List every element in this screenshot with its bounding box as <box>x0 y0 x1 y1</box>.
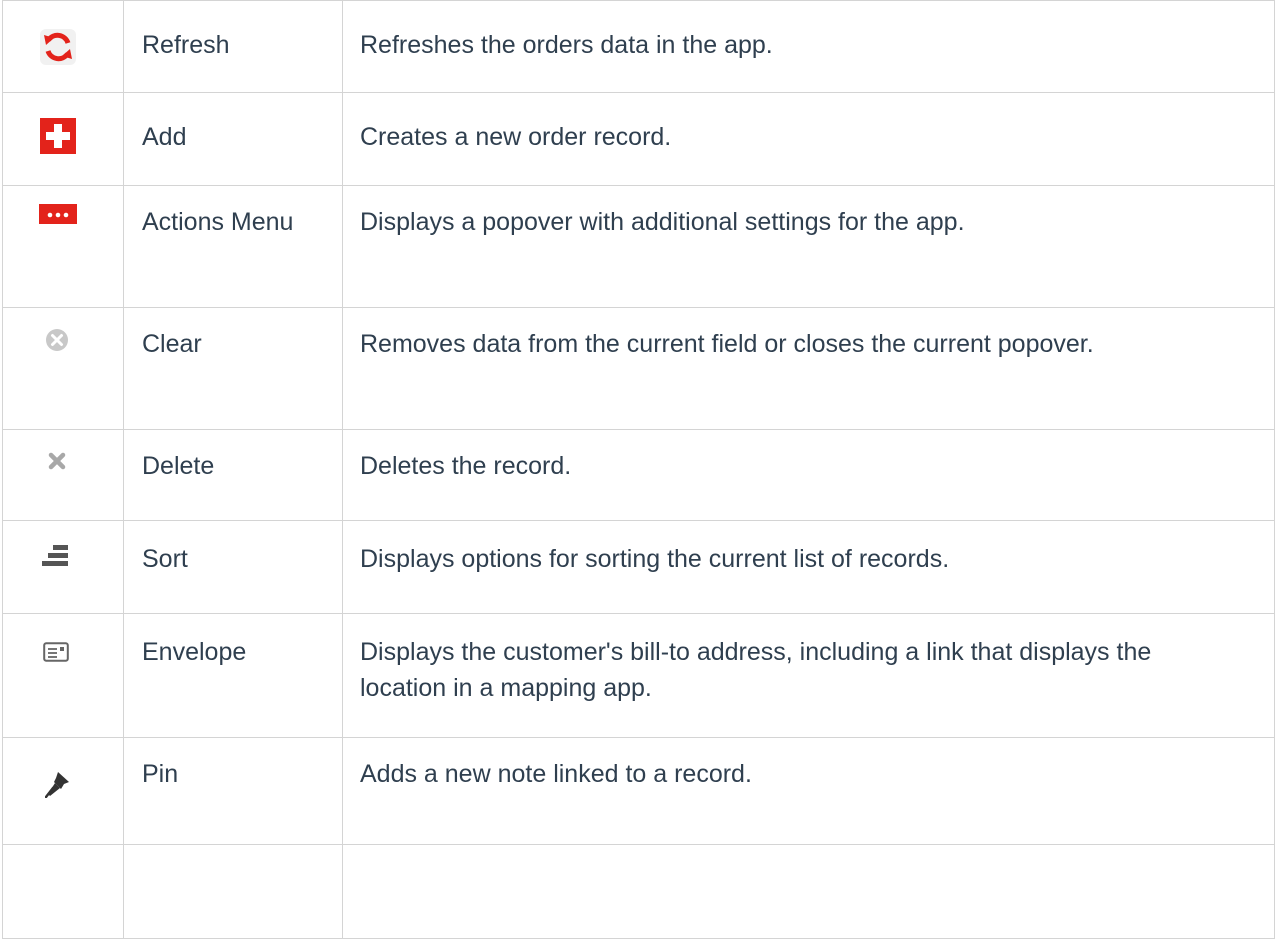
icon-reference-table: Refresh Refreshes the orders data in the… <box>2 0 1275 939</box>
table-row: Pin Adds a new note linked to a record. <box>2 737 1275 845</box>
icon-description-cell <box>342 844 1275 939</box>
clear-icon <box>46 329 68 351</box>
icon-cell <box>2 844 124 939</box>
icon-cell <box>2 429 124 521</box>
icon-description-cell: Removes data from the current field or c… <box>342 307 1275 430</box>
icon-name-cell: Actions Menu <box>123 185 343 308</box>
icon-description-cell: Adds a new note linked to a record. <box>342 737 1275 845</box>
icon-cell <box>2 737 124 845</box>
sort-icon <box>42 545 68 566</box>
icon-cell <box>2 520 124 614</box>
icon-name-cell: Delete <box>123 429 343 521</box>
table-row: Actions Menu Displays a popover with add… <box>2 185 1275 308</box>
icon-name-cell: Refresh <box>123 0 343 93</box>
delete-icon <box>48 452 66 470</box>
table-row: Add Creates a new order record. <box>2 92 1275 186</box>
table-row: Sort Displays options for sorting the cu… <box>2 520 1275 614</box>
refresh-icon <box>40 29 76 65</box>
table-row: Refresh Refreshes the orders data in the… <box>2 0 1275 93</box>
icon-description-cell: Displays the customer's bill-to address,… <box>342 613 1275 738</box>
icon-name-cell <box>123 844 343 939</box>
envelope-icon <box>43 642 69 662</box>
icon-description-cell: Displays options for sorting the current… <box>342 520 1275 614</box>
icon-name-cell: Envelope <box>123 613 343 738</box>
icon-cell <box>2 307 124 430</box>
actions-menu-icon <box>39 204 77 224</box>
table-row <box>2 844 1275 939</box>
pin-icon <box>45 772 69 798</box>
table-row: Clear Removes data from the current fiel… <box>2 307 1275 430</box>
icon-description-cell: Refreshes the orders data in the app. <box>342 0 1275 93</box>
icon-description-cell: Deletes the record. <box>342 429 1275 521</box>
icon-description-cell: Displays a popover with additional setti… <box>342 185 1275 308</box>
table-row: Envelope Displays the customer's bill-to… <box>2 613 1275 738</box>
icon-cell <box>2 0 124 93</box>
icon-name-cell: Pin <box>123 737 343 845</box>
icon-description-cell: Creates a new order record. <box>342 92 1275 186</box>
icon-name-cell: Add <box>123 92 343 186</box>
add-icon <box>40 118 76 154</box>
icon-cell <box>2 185 124 308</box>
icon-name-cell: Sort <box>123 520 343 614</box>
table-row: Delete Deletes the record. <box>2 429 1275 521</box>
icon-name-cell: Clear <box>123 307 343 430</box>
icon-cell <box>2 92 124 186</box>
icon-cell <box>2 613 124 738</box>
